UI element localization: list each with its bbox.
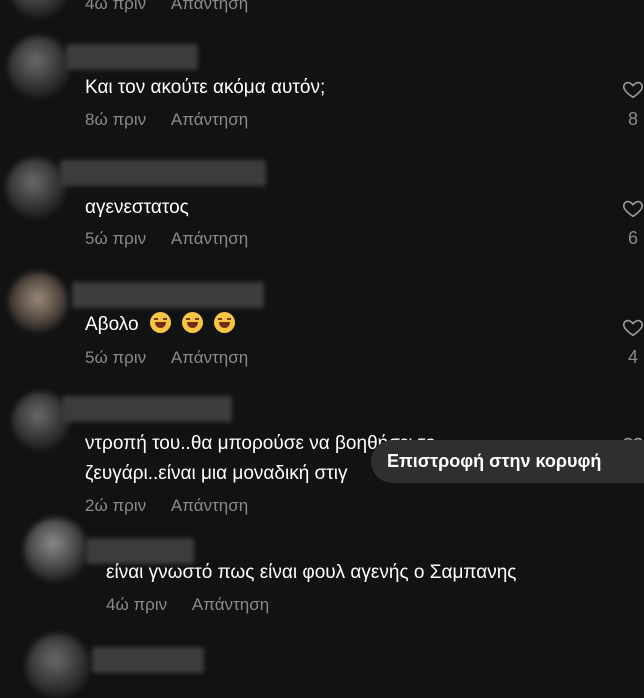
- like-count: 8: [628, 109, 639, 129]
- avatar[interactable]: [8, 272, 68, 332]
- comment-time: 5ώ πριν: [85, 348, 147, 367]
- comment-time: 8ώ πριν: [85, 110, 147, 129]
- username[interactable]: [92, 647, 204, 673]
- comment-text: αγενεστατος: [85, 197, 189, 218]
- username[interactable]: [66, 44, 198, 70]
- username[interactable]: [60, 160, 266, 186]
- reply-link[interactable]: Απάντηση: [171, 0, 248, 13]
- avatar[interactable]: [6, 158, 66, 218]
- comment-meta: 2ώ πριν Απάντηση: [85, 496, 248, 516]
- comment-meta: 4ώ πριν Απάντηση: [85, 0, 248, 14]
- like-heart-icon[interactable]: [622, 78, 644, 100]
- comment-meta: 8ώ πριν Απάντηση: [85, 110, 248, 130]
- comment-text: Αβολο: [85, 311, 236, 338]
- like-count: 4: [628, 347, 639, 367]
- comment-text: είναι γνωστό πως είναι φουλ αγενής ο Σαμ…: [106, 562, 517, 583]
- username[interactable]: [62, 396, 232, 422]
- like-heart-icon[interactable]: [622, 197, 644, 219]
- laughing-tears-emoji: [149, 312, 171, 333]
- reply-link[interactable]: Απάντηση: [171, 496, 248, 515]
- comment-meta: 5ώ πριν Απάντηση: [85, 229, 248, 249]
- comment-time: 5ώ πριν: [85, 229, 147, 248]
- reply-link[interactable]: Απάντηση: [171, 110, 248, 129]
- back-to-top-button[interactable]: Επιστροφή στην κορυφή: [371, 440, 644, 483]
- username[interactable]: [72, 282, 264, 308]
- comment-text-content: Αβολο: [85, 314, 139, 335]
- comment-text-line-2: ζευγάρι..είναι μια μοναδική στιγ: [85, 463, 348, 484]
- comment-time: 4ώ πριν: [106, 595, 168, 614]
- comment-meta: 5ώ πριν Απάντηση: [85, 348, 248, 368]
- like-count: 6: [628, 228, 639, 248]
- avatar[interactable]: [26, 634, 90, 698]
- avatar[interactable]: [8, 36, 70, 98]
- comment-text: Και τον ακούτε ακόμα αυτόν;: [85, 77, 326, 98]
- like-heart-icon[interactable]: [622, 316, 644, 338]
- reply-link[interactable]: Απάντηση: [171, 229, 248, 248]
- avatar[interactable]: [24, 518, 88, 582]
- comment-meta: 4ώ πριν Απάντηση: [106, 595, 269, 615]
- reply-link[interactable]: Απάντηση: [192, 595, 269, 614]
- comment-time: 2ώ πριν: [85, 496, 147, 515]
- reply-link[interactable]: Απάντηση: [171, 348, 248, 367]
- laughing-tears-emoji: [214, 312, 236, 333]
- comment-time: 4ώ πριν: [85, 0, 147, 13]
- avatar[interactable]: [10, 0, 68, 18]
- laughing-tears-emoji: [182, 312, 204, 333]
